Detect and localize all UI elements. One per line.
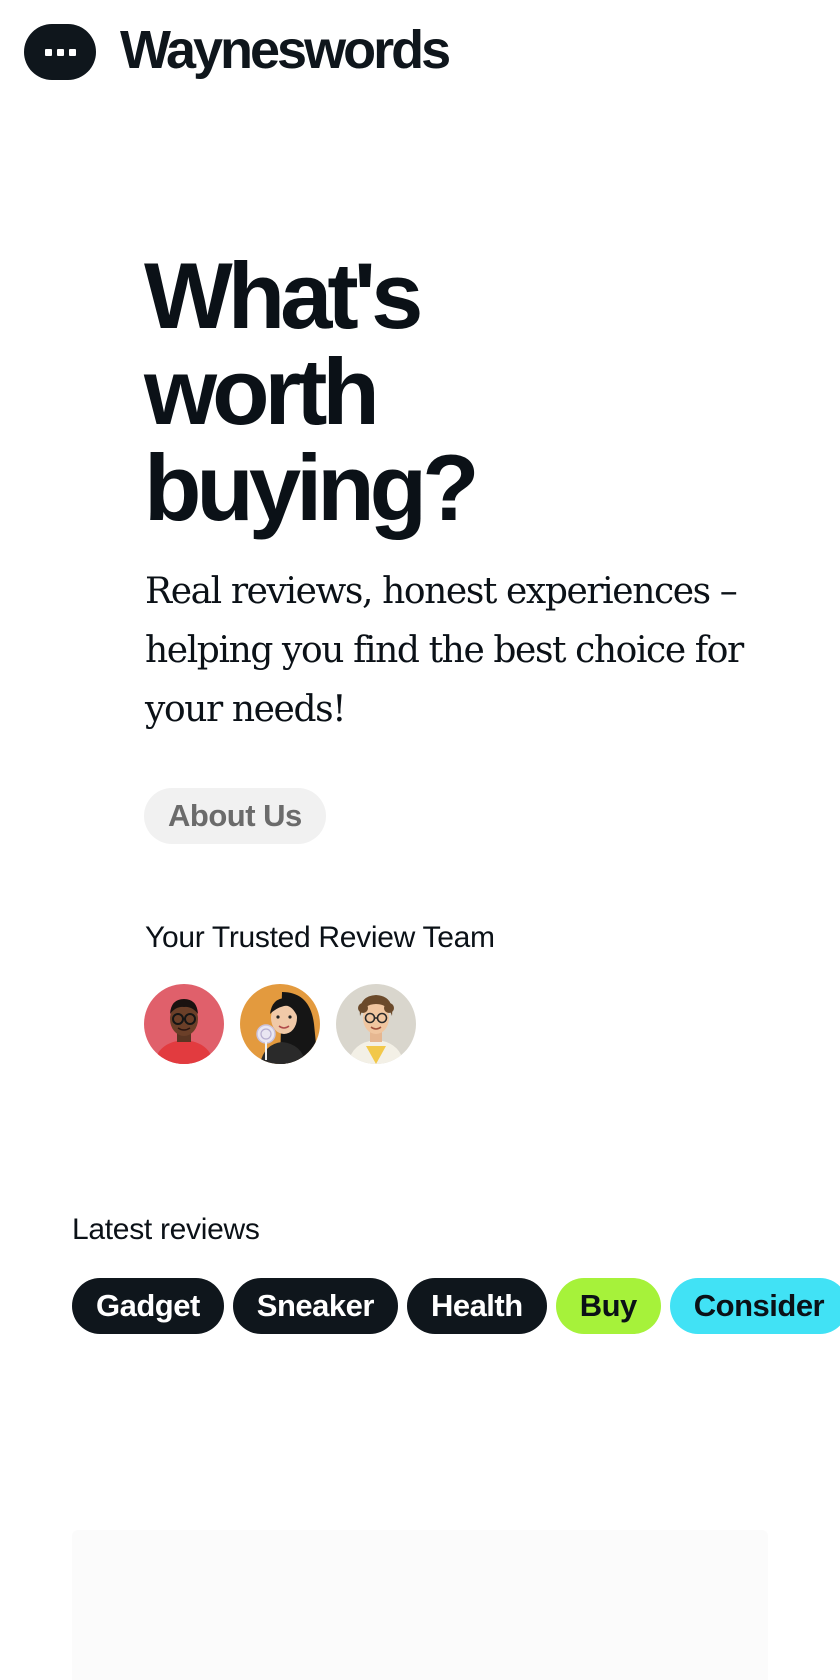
tag-sneaker[interactable]: Sneaker	[232, 1278, 398, 1334]
latest-reviews-heading: Latest reviews	[72, 1213, 260, 1246]
tag-buy[interactable]: Buy	[555, 1278, 661, 1334]
hero-title-line: What's	[144, 243, 423, 348]
reviewer-2-avatar[interactable]	[240, 984, 320, 1064]
brand-logo[interactable]: Wayneswords	[120, 18, 451, 82]
tag-gadget[interactable]: Gadget	[72, 1278, 224, 1334]
team-avatars	[144, 984, 416, 1064]
hero-title-line: worth	[144, 339, 380, 444]
reviewer-3-avatar[interactable]	[336, 984, 416, 1064]
about-us-button[interactable]: About Us	[144, 788, 326, 844]
more-horizontal-icon	[44, 48, 76, 56]
team-heading: Your Trusted Review Team	[145, 921, 495, 954]
tag-health[interactable]: Health	[406, 1278, 547, 1334]
hero-subtitle: Real reviews, honest experiences – helpi…	[145, 571, 744, 730]
category-tags: Gadget Sneaker Health Buy Consider	[72, 1278, 840, 1334]
menu-button[interactable]	[24, 24, 96, 80]
reviewer-1-avatar[interactable]	[144, 984, 224, 1064]
tag-consider[interactable]: Consider	[669, 1278, 840, 1334]
review-card[interactable]	[72, 1530, 768, 1680]
hero-title: What's worth buying?	[144, 243, 479, 540]
hero-title-line: buying?	[144, 435, 479, 540]
